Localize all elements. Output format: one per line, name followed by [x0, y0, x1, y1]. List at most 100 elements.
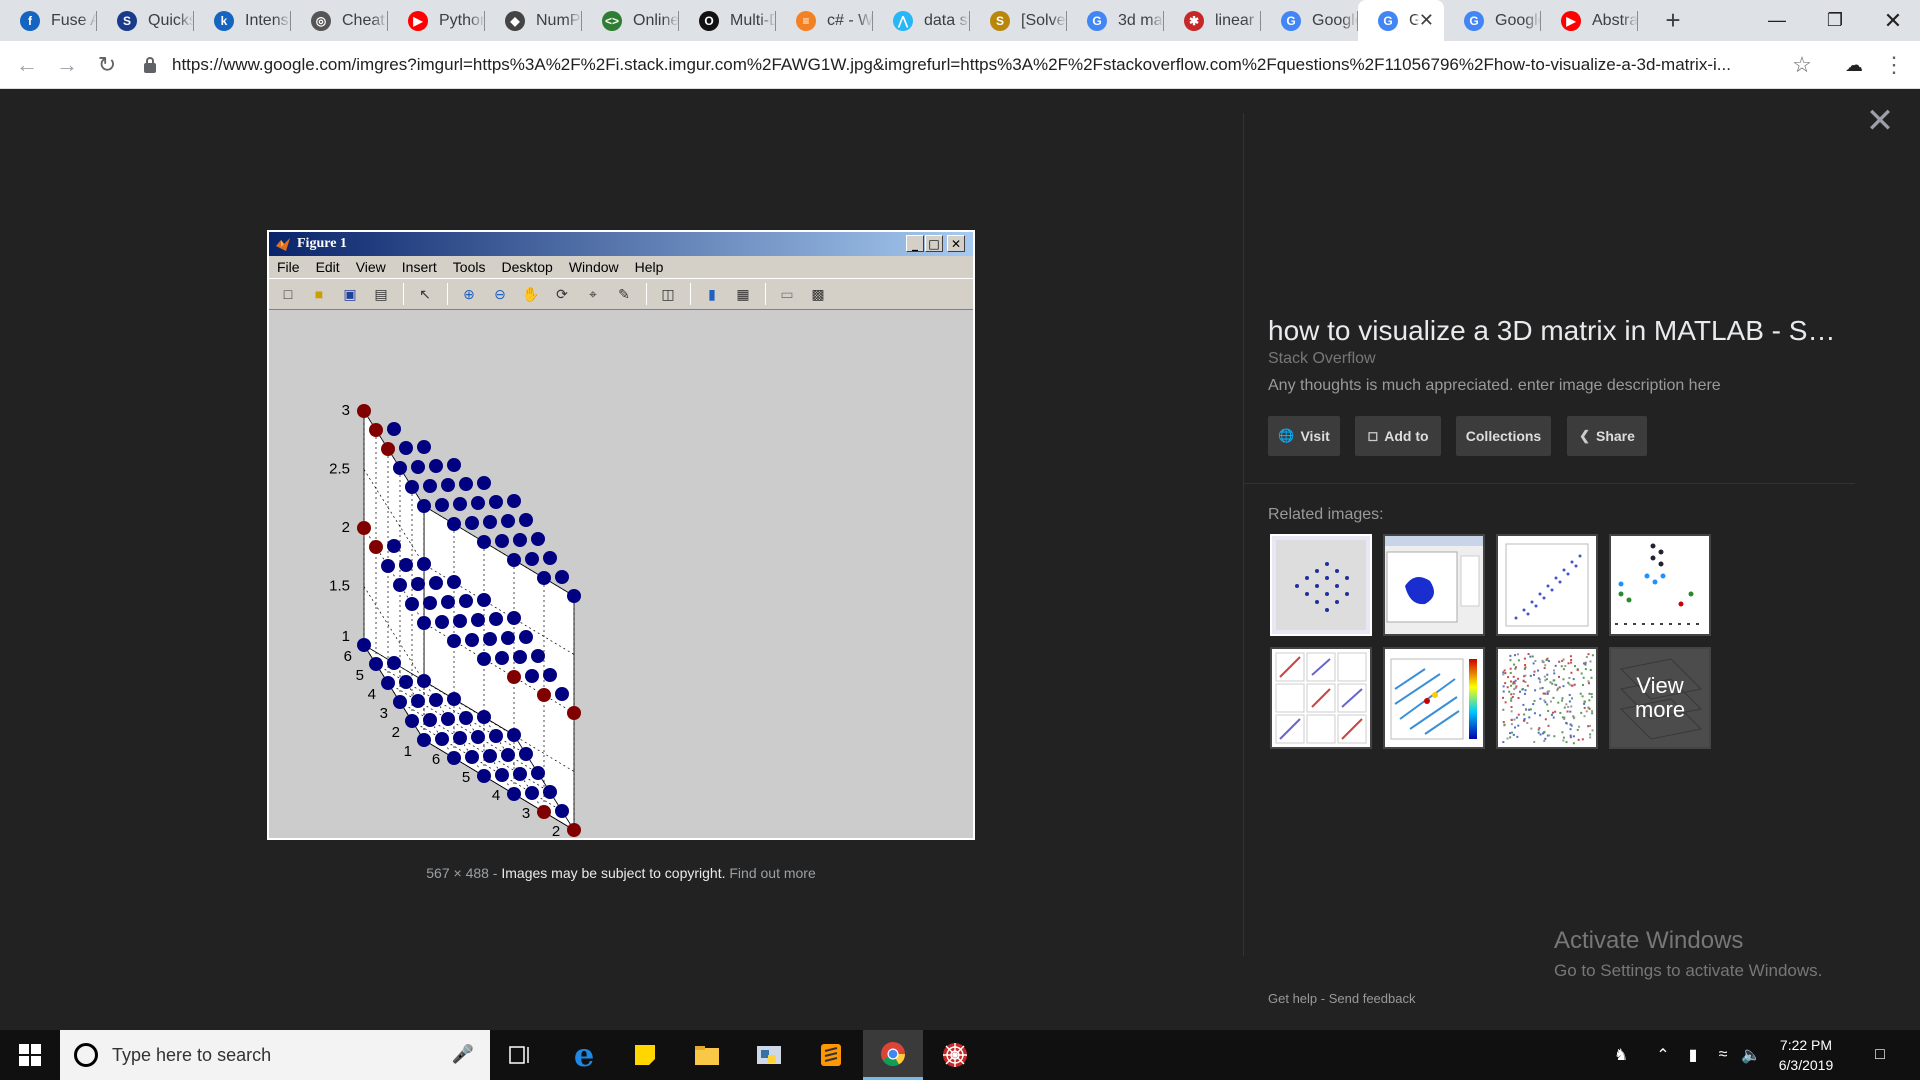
network-button[interactable]: ≈	[1708, 1030, 1738, 1080]
file-explorer-taskbar-app[interactable]	[677, 1030, 737, 1080]
close-tab-icon[interactable]: ✕	[1419, 10, 1434, 31]
image-source[interactable]: Stack Overflow	[1268, 350, 1376, 368]
extension-button[interactable]: ☁	[1838, 49, 1870, 81]
noise-dot	[1515, 685, 1518, 688]
brush-icon[interactable]: ✎	[613, 283, 635, 305]
matlab-menu-desktop[interactable]: Desktop	[501, 259, 552, 275]
tab-6[interactable]: ◆ NumPy	[485, 0, 582, 41]
tab-2[interactable]: S Quickstart	[97, 0, 194, 41]
rotate-3d-icon[interactable]: ⟳	[551, 283, 573, 305]
related-thumb-3[interactable]	[1496, 534, 1598, 636]
related-thumb-2[interactable]	[1383, 534, 1485, 636]
tab-7[interactable]: <> Online	[582, 0, 679, 41]
tab-15[interactable]: G Go✕	[1358, 0, 1444, 41]
edge-taskbar-app[interactable]: e	[554, 1030, 614, 1080]
tab-8[interactable]: O Multi-D	[679, 0, 776, 41]
chrome-taskbar-app[interactable]	[863, 1030, 923, 1080]
save-icon[interactable]: ▣	[339, 283, 361, 305]
tab-14[interactable]: G Google	[1261, 0, 1358, 41]
send-feedback-link[interactable]: Send feedback	[1329, 991, 1416, 1006]
taskbar-search[interactable]: Type here to search 🎤	[60, 1030, 490, 1080]
tab-4[interactable]: ◎ Cheat Sheet	[291, 0, 388, 41]
tab-1[interactable]: f Fuse AI	[0, 0, 97, 41]
menu-button[interactable]: ⋮	[1878, 49, 1910, 81]
microphone-icon[interactable]: 🎤	[452, 1044, 474, 1065]
view-more-tile[interactable]: View more	[1609, 647, 1711, 749]
show-plot-tools-icon[interactable]: ▩	[807, 283, 829, 305]
print-icon[interactable]: ▤	[370, 283, 392, 305]
tab-10[interactable]: ⋀ data st	[873, 0, 970, 41]
bookmark-star-button[interactable]: ☆	[1786, 49, 1818, 81]
start-button[interactable]	[0, 1030, 60, 1080]
tab-5[interactable]: ▶ Python	[388, 0, 485, 41]
data-point	[531, 649, 545, 663]
matlab-close-button[interactable]: ✕	[947, 235, 965, 252]
tab-11[interactable]: S [Solved	[970, 0, 1067, 41]
data-point	[537, 805, 551, 819]
related-thumb-1[interactable]	[1270, 534, 1372, 636]
preview-image[interactable]: Figure 1 _ □ ✕ File Edit View Insert Tools De…	[267, 230, 975, 840]
colorbar-icon[interactable]: ▮	[701, 283, 723, 305]
forward-button[interactable]: →	[51, 49, 83, 81]
collections-button[interactable]: Collections	[1456, 416, 1551, 456]
maximize-button[interactable]: ❐	[1806, 0, 1864, 41]
matlab-taskbar-app[interactable]	[925, 1030, 985, 1080]
related-thumb-7[interactable]	[1496, 647, 1598, 749]
close-window-button[interactable]: ✕	[1864, 0, 1920, 41]
pan-hand-icon[interactable]: ✋	[520, 283, 542, 305]
related-thumb-4[interactable]	[1609, 534, 1711, 636]
find-out-more-link[interactable]: Find out more	[729, 865, 815, 881]
tab-3[interactable]: k Intensive	[194, 0, 291, 41]
matlab-menu-file[interactable]: File	[277, 259, 300, 275]
related-thumb-5[interactable]	[1270, 647, 1372, 749]
tab-9[interactable]: ≡ c# - W	[776, 0, 873, 41]
address-bar[interactable]: https://www.google.com/imgres?imgurl=htt…	[143, 49, 1813, 81]
pointer-icon[interactable]: ↖	[414, 283, 436, 305]
related-thumb-6[interactable]	[1383, 647, 1485, 749]
hide-plot-tools-icon[interactable]: ▭	[776, 283, 798, 305]
close-viewer-button[interactable]: ✕	[1864, 104, 1896, 138]
tab-16[interactable]: G Google	[1444, 0, 1541, 41]
tab-13[interactable]: ✱ linear a	[1164, 0, 1261, 41]
matlab-maximize-button[interactable]: □	[925, 235, 943, 252]
data-cursor-icon[interactable]: ⌖	[582, 283, 604, 305]
reload-button[interactable]: ↻	[91, 49, 123, 81]
matlab-menu-view[interactable]: View	[356, 259, 386, 275]
zoom-out-icon[interactable]: ⊖	[489, 283, 511, 305]
python-idle-taskbar-app[interactable]	[739, 1030, 799, 1080]
link-plot-icon[interactable]: ◫	[657, 283, 679, 305]
matlab-minimize-button[interactable]: _	[906, 235, 924, 252]
url-text[interactable]: https://www.google.com/imgres?imgurl=htt…	[172, 55, 1792, 75]
image-title[interactable]: how to visualize a 3D matrix in MATLAB -…	[1268, 315, 1835, 347]
data-point	[459, 711, 473, 725]
zoom-in-icon[interactable]: ⊕	[458, 283, 480, 305]
sublime-taskbar-app[interactable]	[801, 1030, 861, 1080]
matlab-menu-edit[interactable]: Edit	[316, 259, 340, 275]
back-button[interactable]: ←	[11, 49, 43, 81]
people-button[interactable]: ♞	[1604, 1030, 1638, 1080]
noise-dot	[1523, 692, 1526, 695]
system-clock[interactable]: 7:22 PM 6/3/2019	[1762, 1035, 1850, 1075]
matlab-menu-tools[interactable]: Tools	[453, 259, 486, 275]
tab-17[interactable]: ▶ Abstrac	[1541, 0, 1638, 41]
volume-button[interactable]: 🔈	[1738, 1030, 1764, 1080]
matlab-menu-help[interactable]: Help	[635, 259, 664, 275]
get-help-link[interactable]: Get help	[1268, 991, 1317, 1006]
tab-12[interactable]: G 3d mat	[1067, 0, 1164, 41]
action-center-button[interactable]: □	[1862, 1030, 1898, 1080]
new-tab-button[interactable]: +	[1650, 0, 1696, 41]
sticky-notes-taskbar-app[interactable]	[615, 1030, 675, 1080]
matlab-menu-window[interactable]: Window	[569, 259, 619, 275]
y-tick-label: 5	[356, 667, 364, 684]
open-folder-icon[interactable]: ■	[308, 283, 330, 305]
add-to-button[interactable]: ◻ Add to	[1355, 416, 1441, 456]
visit-button[interactable]: 🌐 Visit	[1268, 416, 1340, 456]
task-view-button[interactable]	[490, 1030, 550, 1080]
new-figure-icon[interactable]: □	[277, 283, 299, 305]
matlab-menu-insert[interactable]: Insert	[402, 259, 437, 275]
legend-icon[interactable]: ▦	[732, 283, 754, 305]
show-hidden-icons-button[interactable]: ⌃	[1648, 1030, 1678, 1080]
battery-button[interactable]: ▮	[1678, 1030, 1708, 1080]
share-button[interactable]: ❮ Share	[1567, 416, 1647, 456]
minimize-button[interactable]: —	[1748, 0, 1806, 41]
